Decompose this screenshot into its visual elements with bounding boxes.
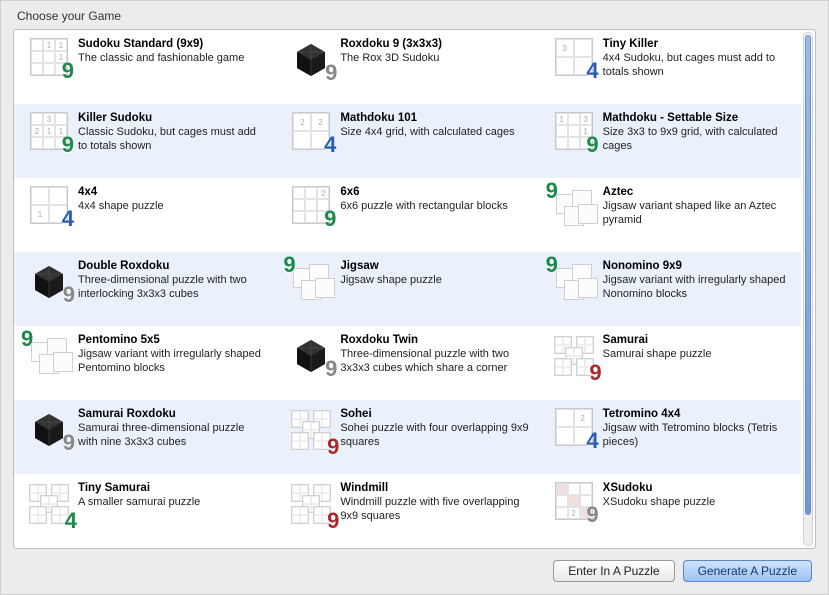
game-title: Sohei xyxy=(340,408,528,420)
game-icon: 34 xyxy=(549,38,599,76)
game-list-container: 1119 Sudoku Standard (9x9) The classic and… xyxy=(13,29,816,549)
game-item[interactable]: 9 Jigsaw Jigsaw shape puzzle xyxy=(276,252,538,326)
game-icon: 9 xyxy=(549,260,599,304)
game-description: 4x4 shape puzzle xyxy=(78,200,266,214)
game-icon: 14 xyxy=(24,186,74,224)
game-icon: 4 xyxy=(24,482,74,526)
game-description: The Rox 3D Sudoku xyxy=(340,52,528,66)
game-item[interactable]: 9 Roxdoku Twin Three-dimensional puzzle wi… xyxy=(276,326,538,400)
game-title: Roxdoku 9 (3x3x3) xyxy=(340,38,528,50)
scrollbar-thumb[interactable] xyxy=(805,35,811,515)
game-title: 4x4 xyxy=(78,186,266,198)
game-description: Jigsaw shape puzzle xyxy=(340,274,528,288)
game-title: Sudoku Standard (9x9) xyxy=(78,38,266,50)
game-grid: 1119 Sudoku Standard (9x9) The classic and… xyxy=(14,30,801,548)
page-title: Choose your Game xyxy=(17,9,816,23)
game-description: XSudoku shape puzzle xyxy=(603,496,791,510)
game-icon: 29 xyxy=(286,186,336,224)
enter-puzzle-button[interactable]: Enter In A Puzzle xyxy=(553,560,674,582)
game-title: Nonomino 9x9 xyxy=(603,260,791,272)
game-title: Samurai Roxdoku xyxy=(78,408,266,420)
game-description: Three-dimensional puzzle with two interl… xyxy=(78,274,266,302)
game-icon: 24 xyxy=(549,408,599,446)
game-item[interactable]: 9 Double Roxdoku Three-dimensional puzzle … xyxy=(14,252,276,326)
game-icon: 9 xyxy=(549,334,599,378)
game-item[interactable]: 9 Windmill Windmill puzzle with five overl… xyxy=(276,474,538,548)
game-item[interactable]: 1119 Sudoku Standard (9x9) The classic and… xyxy=(14,30,276,104)
game-description: Jigsaw with Tetromino blocks (Tetris pie… xyxy=(603,422,791,450)
game-item[interactable]: 9 Pentomino 5x5 Jigsaw variant with irregu… xyxy=(14,326,276,400)
game-description: Windmill puzzle with five overlapping 9x… xyxy=(340,496,528,524)
game-description: Jigsaw variant shaped like an Aztec pyra… xyxy=(603,200,791,228)
footer-buttons: Enter In A Puzzle Generate A Puzzle xyxy=(553,560,812,582)
game-icon: 9 xyxy=(24,334,74,378)
game-title: XSudoku xyxy=(603,482,791,494)
game-title: Aztec xyxy=(603,186,791,198)
game-item[interactable]: 24 Tetromino 4x4 Jigsaw with Tetromino blo… xyxy=(539,400,801,474)
game-icon: 9 xyxy=(286,334,336,374)
game-item[interactable]: 4 Tiny Samurai A smaller samurai puzzle xyxy=(14,474,276,548)
game-icon: 9 xyxy=(286,482,336,526)
game-item[interactable]: 29 XSudoku XSudoku shape puzzle xyxy=(539,474,801,548)
game-icon: 1319 xyxy=(549,112,599,150)
game-description: Size 4x4 grid, with calculated cages xyxy=(340,126,528,140)
game-title: Pentomino 5x5 xyxy=(78,334,266,346)
game-item[interactable]: 9 Sohei Sohei puzzle with four overlapping… xyxy=(276,400,538,474)
game-title: Mathdoku - Settable Size xyxy=(603,112,791,124)
game-icon: 1119 xyxy=(24,38,74,76)
game-icon: 224 xyxy=(286,112,336,150)
game-item[interactable]: 9 Aztec Jigsaw variant shaped like an Azte… xyxy=(539,178,801,252)
game-icon: 9 xyxy=(24,408,74,448)
game-description: Three-dimensional puzzle with two 3x3x3 … xyxy=(340,348,528,376)
generate-puzzle-button[interactable]: Generate A Puzzle xyxy=(683,560,812,582)
game-description: Jigsaw variant with irregularly shaped N… xyxy=(603,274,791,302)
game-description: Sohei puzzle with four overlapping 9x9 s… xyxy=(340,422,528,450)
game-item[interactable]: 1319 Mathdoku - Settable Size Size 3x3 to … xyxy=(539,104,801,178)
game-title: Killer Sudoku xyxy=(78,112,266,124)
game-item[interactable]: 224 Mathdoku 101 Size 4x4 grid, with calcu… xyxy=(276,104,538,178)
game-title: Roxdoku Twin xyxy=(340,334,528,346)
game-description: A smaller samurai puzzle xyxy=(78,496,266,510)
game-title: Samurai xyxy=(603,334,791,346)
game-title: Tiny Samurai xyxy=(78,482,266,494)
game-description: The classic and fashionable game xyxy=(78,52,266,66)
game-icon: 9 xyxy=(286,38,336,78)
game-title: Tetromino 4x4 xyxy=(603,408,791,420)
game-description: 6x6 puzzle with rectangular blocks xyxy=(340,200,528,214)
game-item[interactable]: 32119 Killer Sudoku Classic Sudoku, but ca… xyxy=(14,104,276,178)
game-icon: 9 xyxy=(286,408,336,452)
scrollbar[interactable] xyxy=(803,32,813,546)
game-icon: 29 xyxy=(549,482,599,520)
game-description: Jigsaw variant with irregularly shaped P… xyxy=(78,348,266,376)
game-description: Classic Sudoku, but cages must add to to… xyxy=(78,126,266,154)
game-icon: 9 xyxy=(549,186,599,230)
game-item[interactable]: 29 6x6 6x6 puzzle with rectangular blocks xyxy=(276,178,538,252)
game-title: Mathdoku 101 xyxy=(340,112,528,124)
game-item[interactable]: 9 Nonomino 9x9 Jigsaw variant with irregul… xyxy=(539,252,801,326)
game-title: Tiny Killer xyxy=(603,38,791,50)
game-title: Jigsaw xyxy=(340,260,528,272)
game-item[interactable]: 9 Roxdoku 9 (3x3x3) The Rox 3D Sudoku xyxy=(276,30,538,104)
choose-game-window: Choose your Game 1119 Sudoku Standard (9x… xyxy=(0,0,829,595)
game-list-scroll: 1119 Sudoku Standard (9x9) The classic and… xyxy=(14,30,801,548)
game-item[interactable]: 14 4x4 4x4 shape puzzle xyxy=(14,178,276,252)
game-title: Windmill xyxy=(340,482,528,494)
game-item[interactable]: 34 Tiny Killer 4x4 Sudoku, but cages must … xyxy=(539,30,801,104)
game-description: 4x4 Sudoku, but cages must add to totals… xyxy=(603,52,791,80)
game-icon: 9 xyxy=(24,260,74,300)
game-description: Samurai shape puzzle xyxy=(603,348,791,362)
game-description: Samurai three-dimensional puzzle with ni… xyxy=(78,422,266,450)
game-item[interactable]: 9 Samurai Roxdoku Samurai three-dimensiona… xyxy=(14,400,276,474)
game-item[interactable]: 9 Samurai Samurai shape puzzle xyxy=(539,326,801,400)
game-description: Size 3x3 to 9x9 grid, with calculated ca… xyxy=(603,126,791,154)
game-title: 6x6 xyxy=(340,186,528,198)
game-title: Double Roxdoku xyxy=(78,260,266,272)
game-icon: 32119 xyxy=(24,112,74,150)
game-icon: 9 xyxy=(286,260,336,304)
